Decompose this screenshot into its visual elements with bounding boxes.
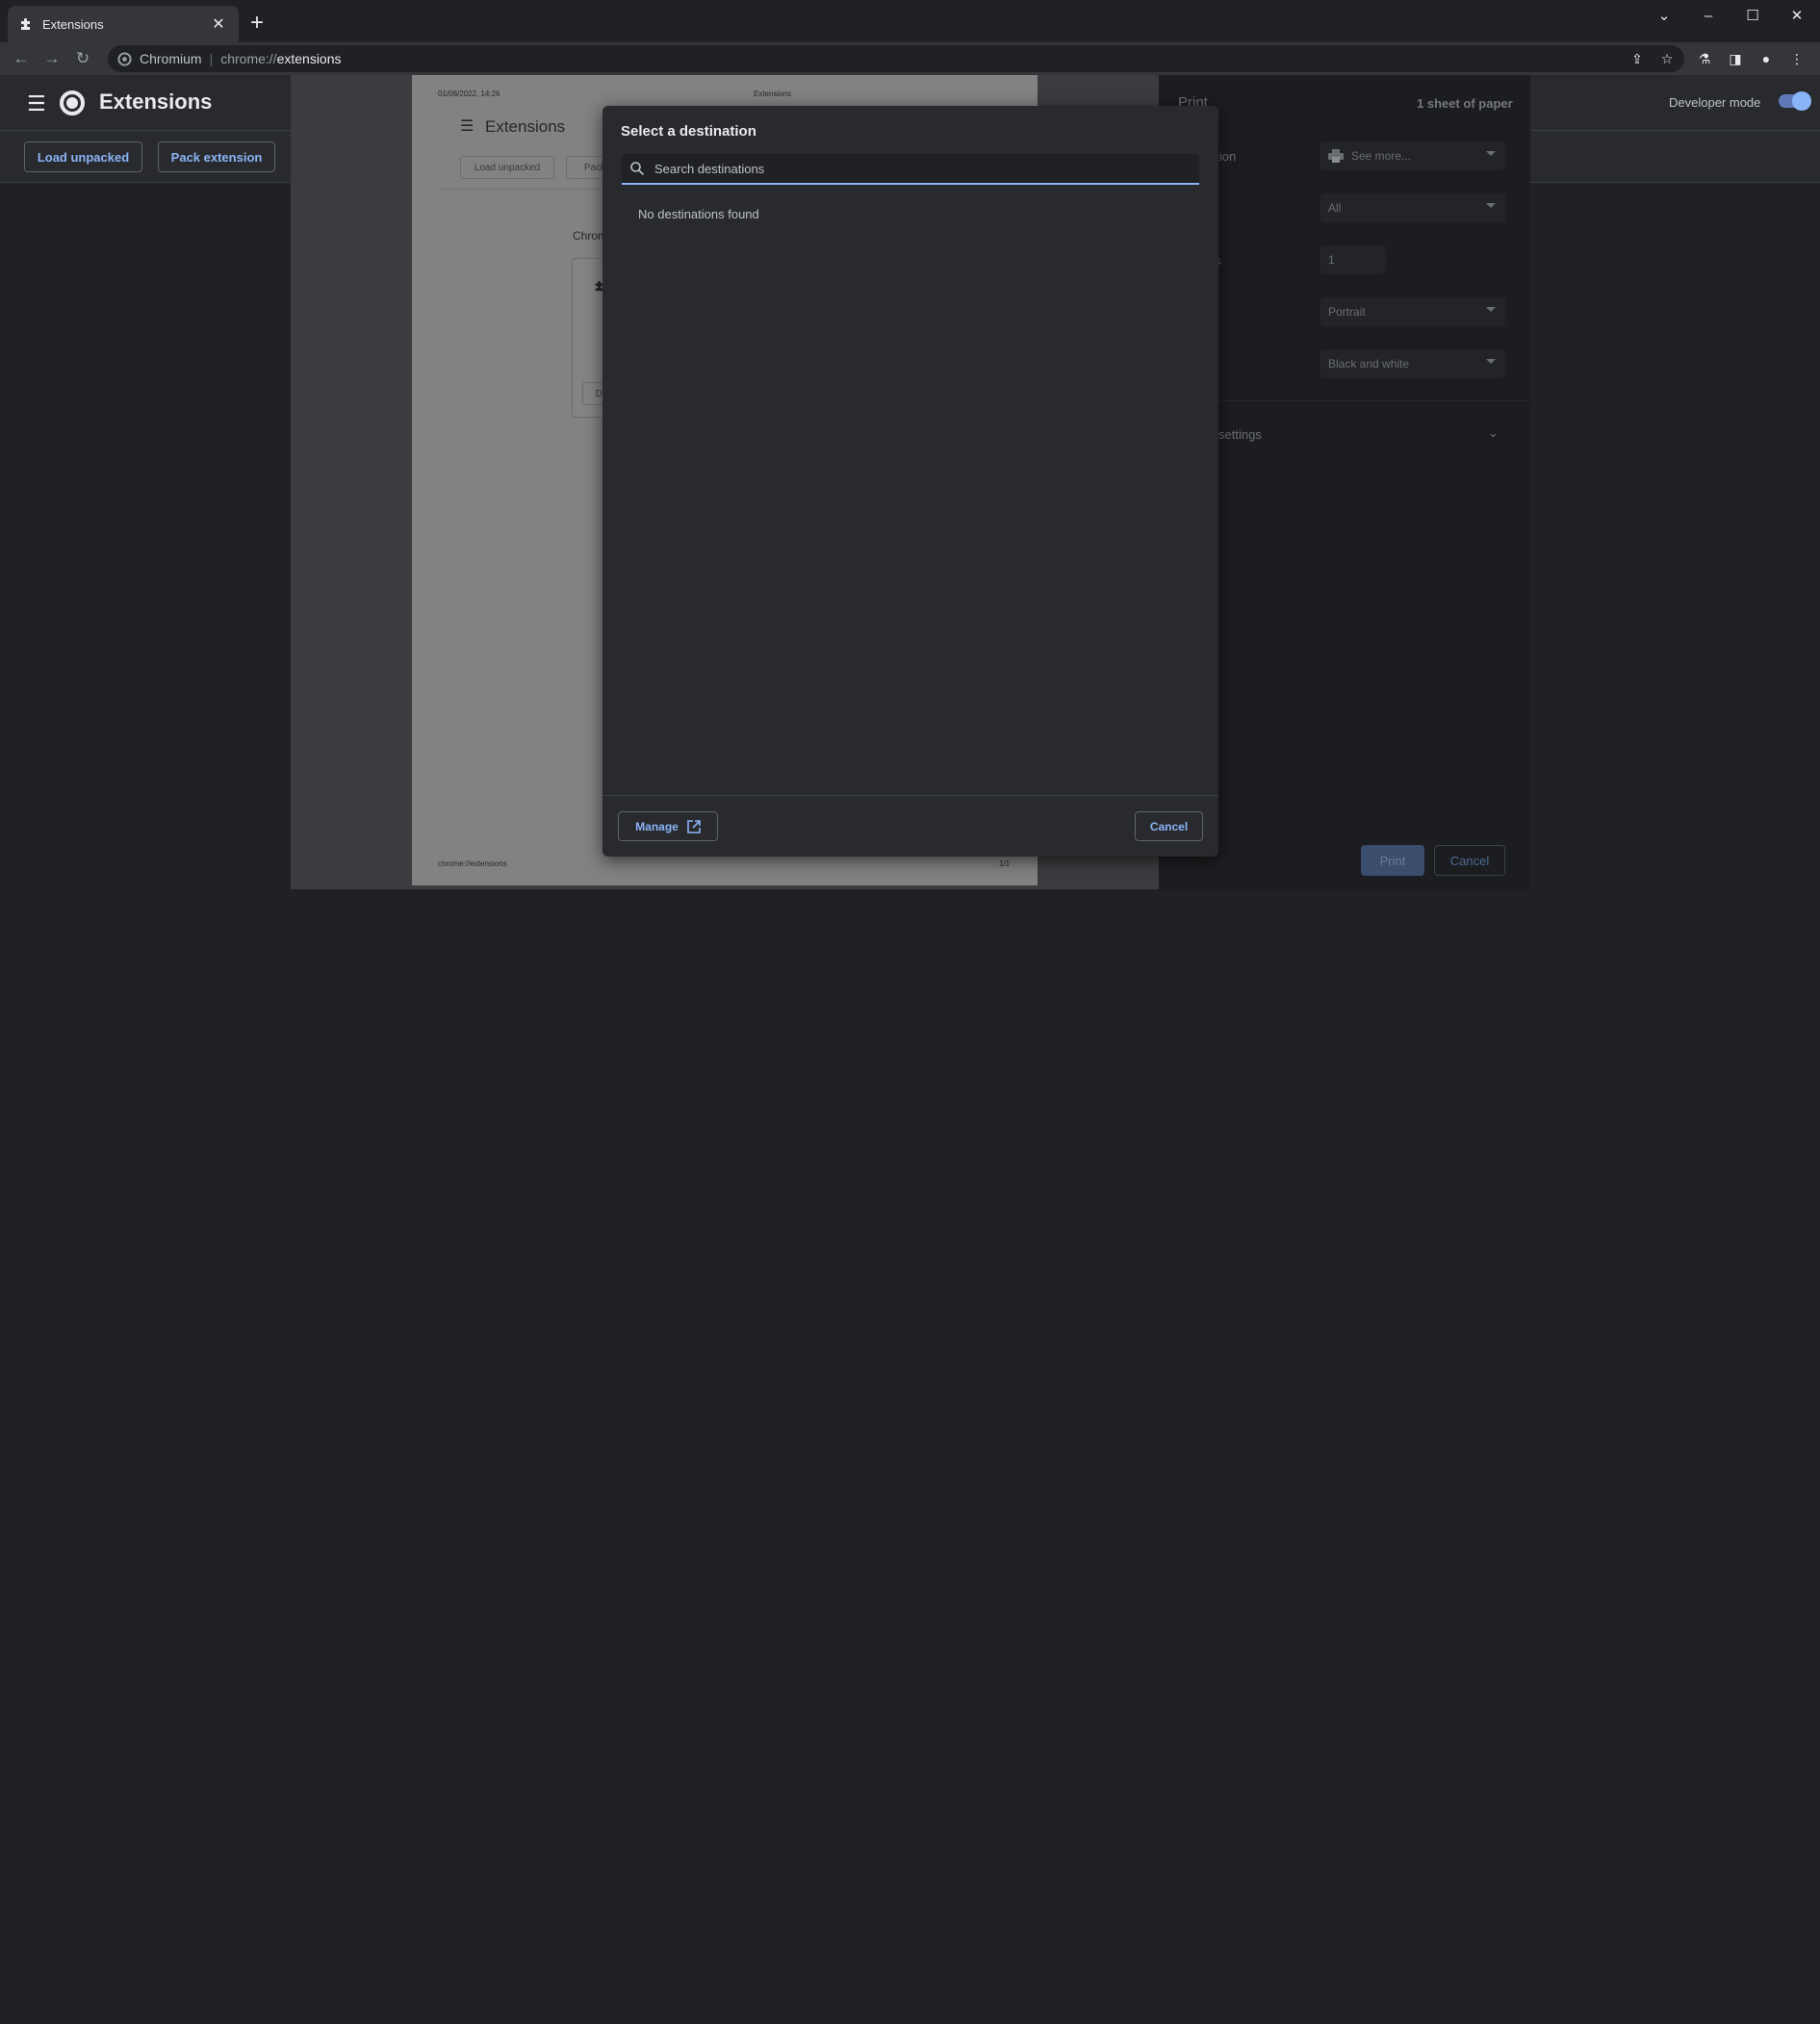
destination-select[interactable]: See more... [1320, 141, 1505, 170]
pages-select[interactable]: All [1320, 193, 1505, 222]
labs-flask-icon[interactable]: ⚗ [1694, 48, 1715, 69]
side-panel-icon[interactable]: ◨ [1725, 48, 1746, 69]
puzzle-icon [21, 18, 30, 30]
pack-extension-button[interactable]: Pack extension [158, 141, 275, 172]
address-bar[interactable]: Chromium | chrome:// extensions [108, 45, 1684, 72]
preview-hamburger-icon: ☰ [460, 118, 474, 135]
dialog-footer-divider [602, 795, 1218, 796]
page-title: Extensions [99, 90, 213, 114]
layout-select[interactable]: Portrait [1320, 297, 1505, 326]
copies-input[interactable]: 1 [1320, 245, 1386, 274]
layout-value: Portrait [1328, 305, 1366, 319]
tab-title: Extensions [42, 16, 104, 32]
destination-caret-icon [1486, 151, 1496, 156]
sheet-count: 1 sheet of paper [1417, 96, 1513, 111]
url-scheme: chrome:// [220, 51, 277, 66]
printer-icon [1328, 149, 1344, 163]
developer-mode-toggle[interactable] [1779, 91, 1811, 111]
hamburger-menu-icon[interactable]: ☰ [27, 91, 46, 116]
bookmark-star-icon[interactable]: ☆ [1656, 48, 1678, 69]
select-destination-dialog: Select a destination No destinations fou… [602, 106, 1218, 857]
layout-caret-icon [1486, 307, 1496, 312]
print-button[interactable]: Print [1361, 845, 1424, 876]
url-host: extensions [276, 51, 342, 66]
pages-caret-icon [1486, 203, 1496, 208]
preview-date: 01/08/2022, 14:26 [438, 90, 500, 98]
search-destinations-input[interactable] [654, 154, 1199, 183]
pages-value: All [1328, 201, 1342, 215]
more-settings-toggle[interactable]: settings [1218, 427, 1262, 442]
dialog-title: Select a destination [621, 123, 756, 140]
developer-mode-label: Developer mode [1669, 95, 1761, 110]
browser-toolbar: ← → ↻ Chromium | chrome:// extensions ⇪ … [0, 42, 1820, 75]
load-unpacked-button[interactable]: Load unpacked [24, 141, 142, 172]
forward-icon[interactable]: → [39, 46, 64, 71]
share-icon[interactable]: ⇪ [1627, 48, 1648, 69]
tab-strip: Extensions ✕ + ⌄ – ☐ ✕ [0, 0, 1820, 42]
chevron-down-icon[interactable]: ⌄ [1488, 425, 1499, 441]
preview-header-title: Extensions [754, 90, 792, 98]
new-tab-icon[interactable]: + [250, 12, 264, 35]
minimize-icon[interactable]: – [1686, 4, 1730, 29]
destination-search-box[interactable] [622, 154, 1199, 185]
more-menu-icon[interactable]: ⋮ [1786, 48, 1807, 69]
preview-page-count: 1/1 [999, 859, 1011, 868]
colour-caret-icon [1486, 359, 1496, 364]
chromium-logo-icon [60, 90, 85, 115]
destination-value: See more... [1351, 149, 1412, 163]
site-name: Chromium [140, 51, 202, 66]
close-tab-icon[interactable]: ✕ [210, 14, 227, 34]
manage-button[interactable]: Manage [618, 811, 718, 841]
back-icon[interactable]: ← [9, 46, 34, 71]
no-destinations-message: No destinations found [638, 207, 759, 221]
preview-load-unpacked: Load unpacked [460, 156, 554, 179]
manage-button-label: Manage [635, 819, 679, 833]
colour-select[interactable]: Black and white [1320, 349, 1505, 378]
tab-extensions[interactable]: Extensions ✕ [8, 6, 239, 42]
preview-footer-url: chrome://extensions [438, 859, 507, 868]
reload-icon[interactable]: ↻ [70, 46, 95, 71]
print-cancel-button[interactable]: Cancel [1434, 845, 1505, 876]
close-window-icon[interactable]: ✕ [1775, 4, 1819, 29]
colour-value: Black and white [1328, 357, 1410, 371]
dialog-cancel-button[interactable]: Cancel [1135, 811, 1203, 841]
preview-page-title: Extensions [485, 117, 566, 136]
chromium-icon [117, 51, 132, 66]
search-icon [630, 162, 645, 176]
open-in-new-icon [687, 819, 701, 833]
profile-avatar-icon[interactable]: ● [1756, 48, 1777, 69]
url-separator: | [209, 51, 214, 66]
copies-value: 1 [1328, 253, 1335, 267]
maximize-icon[interactable]: ☐ [1730, 4, 1775, 29]
tab-search-icon[interactable]: ⌄ [1642, 4, 1686, 29]
